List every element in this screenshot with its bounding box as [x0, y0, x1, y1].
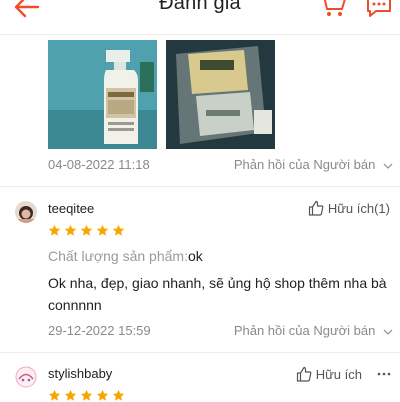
helpful-button[interactable]: Hữu ích(1) — [308, 200, 390, 216]
seller-reply-toggle[interactable]: Phản hồi của Người bán — [234, 323, 393, 338]
star-icon — [80, 389, 93, 401]
review-meta-row: 04-08-2022 11:18 Phản hồi của Người bán — [48, 157, 393, 175]
star-icon — [48, 389, 61, 401]
seller-reply-toggle[interactable]: Phản hồi của Người bán — [234, 157, 393, 172]
thumbs-up-icon — [308, 200, 324, 216]
reviewer-name: stylishbaby — [48, 366, 113, 381]
quality-value: ok — [187, 248, 203, 264]
quality-label: Chất lượng sản phẩm: — [48, 248, 188, 264]
review-text: Ok nha, đẹp, giao nhanh, sẽ ủng hộ shop … — [48, 275, 387, 313]
quality-line: Chất lượng sản phẩm:ok — [48, 248, 203, 264]
seller-reply-label: Phản hồi của Người bán — [233, 323, 376, 338]
chat-button[interactable] — [364, 0, 394, 20]
cart-button[interactable] — [318, 0, 348, 20]
thumbs-up-icon — [296, 366, 312, 382]
chevron-down-icon — [383, 329, 393, 335]
user-avatar-image — [15, 201, 37, 223]
helpful-label: Hữu ích(1) — [327, 200, 390, 216]
avatar[interactable] — [15, 366, 37, 388]
seller-reply-label: Phản hồi của Người bán — [233, 157, 376, 172]
star-icon — [48, 224, 61, 236]
helpful-label: Hữu ích — [315, 366, 362, 382]
product-package-photo — [166, 40, 275, 149]
rating-stars — [48, 224, 125, 237]
review-date: 29-12-2022 15:59 — [48, 323, 151, 338]
user-avatar-image — [15, 366, 37, 388]
cart-icon — [323, 0, 346, 16]
avatar[interactable] — [15, 201, 37, 223]
reviewer-name: teeqitee — [48, 201, 95, 216]
review-photo-1[interactable] — [48, 40, 157, 149]
rating-stars — [48, 389, 125, 402]
review-photo-2[interactable] — [166, 40, 275, 149]
star-icon — [112, 224, 125, 236]
star-icon — [96, 389, 109, 401]
star-icon — [96, 224, 109, 236]
app-header: Đánh giá — [0, 0, 400, 35]
review-date: 04-08-2022 11:18 — [48, 157, 150, 172]
chevron-down-icon — [383, 163, 393, 169]
helpful-button[interactable]: Hữu ích — [296, 366, 362, 382]
more-horizontal-icon — [377, 372, 391, 376]
divider — [0, 352, 400, 353]
star-icon — [64, 224, 77, 236]
star-icon — [64, 389, 77, 401]
chat-icon — [367, 0, 391, 17]
cleaner-bottle-photo — [48, 40, 157, 149]
more-options-button[interactable] — [376, 366, 392, 382]
star-icon — [80, 224, 93, 236]
star-icon — [112, 389, 125, 401]
divider — [0, 186, 400, 187]
review-meta-row: 29-12-2022 15:59 Phản hồi của Người bán — [48, 323, 393, 341]
